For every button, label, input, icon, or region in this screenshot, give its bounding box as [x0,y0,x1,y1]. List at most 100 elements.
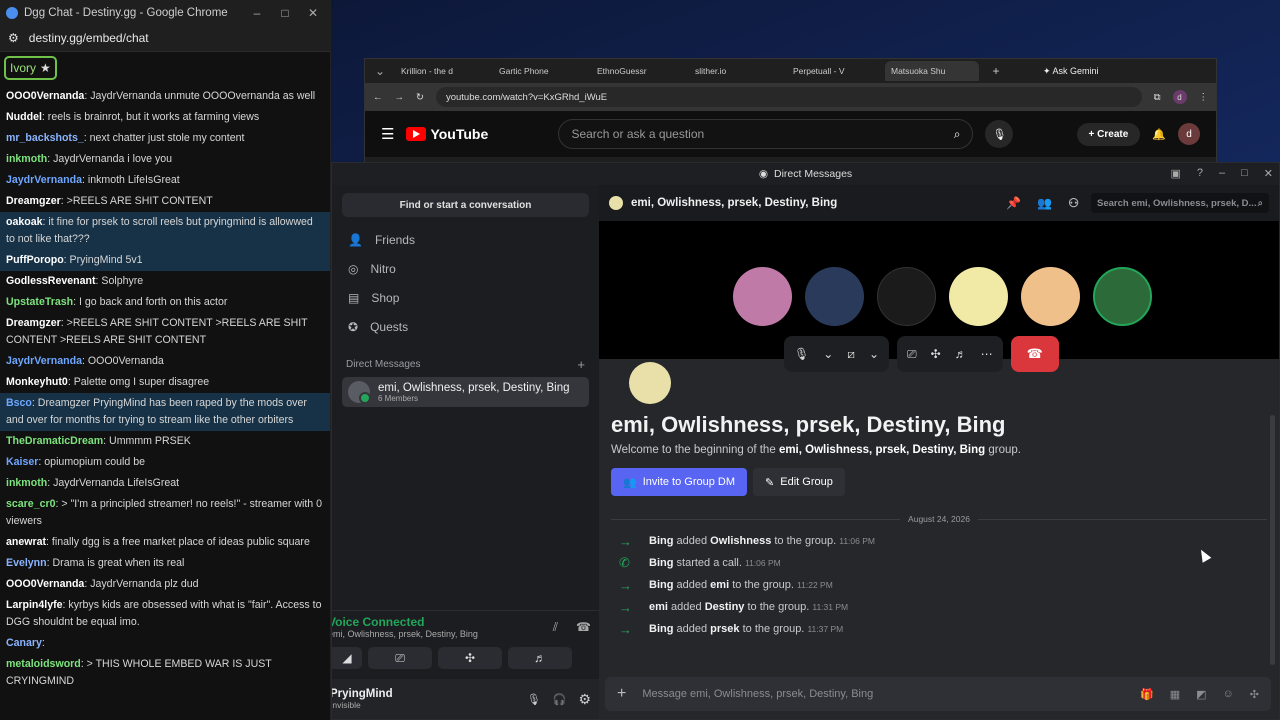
disconnect-icon[interactable]: ☎ [576,620,591,635]
target-name[interactable]: Owlishness [710,535,771,547]
participant-avatar[interactable] [1093,267,1152,326]
dm-item-group[interactable]: emi, Owlishness, prsek, Destiny, Bing 6 M… [342,377,589,407]
headphones-icon[interactable]: 🎧 [553,693,567,706]
notifications-icon[interactable]: 🔔 [1152,128,1166,141]
chat-username[interactable]: OOO0Vernanda [6,90,84,102]
sidebar-item-friends[interactable]: 👤 Friends [332,225,599,254]
chat-username[interactable]: inkmoth [6,153,47,165]
minimize-icon[interactable]: – [246,6,268,20]
participant-avatar[interactable] [1021,267,1080,326]
participant-avatar[interactable] [733,267,792,326]
activities-button[interactable]: ✣ [438,647,502,669]
chat-username[interactable]: Larpin4lyfe [6,599,63,611]
chat-username[interactable]: TheDramaticDream [6,435,103,447]
chat-username[interactable]: Bsco [6,397,32,409]
forward-icon[interactable]: → [395,92,405,103]
apps-icon[interactable]: ✣ [1250,688,1259,701]
youtube-search-input[interactable]: Search or ask a question ⌕ [558,119,974,149]
chat-username[interactable]: Evelynn [6,557,47,569]
chat-username[interactable]: scare_cr0 [6,498,56,510]
help-icon[interactable]: ? [1197,167,1203,180]
username[interactable]: PryingMind [332,688,393,700]
profile-avatar[interactable]: d [1172,90,1187,104]
chat-username[interactable]: UpstateTrash [6,296,73,308]
sidebar-item-quests[interactable]: ✪ Quests [332,312,599,341]
close-icon[interactable]: ✕ [1264,167,1273,180]
create-dm-icon[interactable]: + [577,357,585,372]
hamburger-icon[interactable]: ☰ [381,125,394,143]
chat-username[interactable]: inkmoth [6,477,47,489]
browser-tab-active[interactable]: Matsuoka Shu [885,61,979,81]
back-icon[interactable]: ← [373,92,383,103]
actor-name[interactable]: Bing [649,535,673,547]
maximize-icon[interactable]: □ [1241,167,1248,180]
chat-username[interactable]: Kaiser [6,456,38,468]
soundboard-button[interactable]: ♬ [508,647,572,669]
chat-username[interactable]: JaydrVernanda [6,174,82,186]
add-friends-icon[interactable]: 👥 [1037,196,1052,210]
chat-username[interactable]: mr_backshots_ [6,132,84,144]
gif-icon[interactable]: ▦ [1170,688,1180,701]
mic-icon[interactable]: 🎙 [985,120,1014,148]
chat-username[interactable]: Dreamgzer [6,317,61,329]
pinned-icon[interactable]: 📌 [1006,196,1021,210]
minimize-icon[interactable]: – [1219,167,1225,180]
add-attachment-icon[interactable]: + [617,685,626,703]
invite-button[interactable]: 👥 Invite to Group DM [611,468,748,496]
browser-tab[interactable]: EthnoGuessr [591,61,685,81]
gemini-button[interactable]: ✦ Ask Gemini [1043,66,1099,77]
actor-name[interactable]: Bing [649,623,673,635]
member-list-icon[interactable]: ⚇ [1068,196,1079,210]
scrollbar[interactable] [1270,415,1275,665]
chat-username[interactable]: Dreamgzer [6,195,61,207]
chat-username[interactable]: anewrat [6,536,46,548]
tab-search-icon[interactable]: ⌄ [369,64,391,78]
url-text[interactable]: destiny.gg/embed/chat [29,31,149,45]
chat-username[interactable]: Monkeyhut0 [6,376,68,388]
extensions-icon[interactable]: ⧉ [1154,92,1161,103]
chat-username[interactable]: Canary [6,637,42,649]
participant-avatar[interactable] [949,267,1008,326]
target-name[interactable]: Destiny [705,601,745,613]
sidebar-item-shop[interactable]: ▤ Shop [332,283,599,312]
target-name[interactable]: prsek [710,623,739,635]
gift-icon[interactable]: 🎁 [1140,688,1154,701]
mic-icon[interactable]: 🎙 [527,693,541,706]
chat-username[interactable]: oakoak [6,216,43,228]
noise-suppression-icon[interactable]: ⫽ [553,620,558,635]
browser-tab[interactable]: Krillion - the d [395,61,489,81]
participant-avatar[interactable] [877,267,936,326]
emoji-icon[interactable]: ☺ [1223,688,1234,700]
actor-name[interactable]: Bing [649,557,673,569]
participant-avatar[interactable] [805,267,864,326]
screenshare-button[interactable]: ⎚ [368,647,432,669]
sticker-icon[interactable]: ◩ [1196,688,1206,701]
chat-username[interactable]: Nuddel [6,111,42,123]
message-input[interactable]: + Message emi, Owlishness, prsek, Destin… [605,677,1271,711]
search-icon[interactable]: ⌕ [954,127,961,142]
actor-name[interactable]: emi [649,601,668,613]
browser-tab[interactable]: Gartic Phone [493,61,587,81]
chat-username[interactable]: OOO0Vernanda [6,578,84,590]
inbox-icon[interactable]: ▣ [1170,167,1180,180]
chat-username[interactable]: JaydrVernanda [6,355,82,367]
sidebar-item-nitro[interactable]: ◎ Nitro [332,254,599,283]
address-bar[interactable]: youtube.com/watch?v=KxGRhd_iWuE [435,87,1142,107]
camera-button[interactable]: ◢ [332,647,362,669]
target-name[interactable]: emi [710,579,729,591]
find-conversation-button[interactable]: Find or start a conversation [342,193,589,217]
chat-username[interactable]: metaloidsword [6,658,81,670]
site-settings-icon[interactable]: ⚙ [8,31,19,45]
chat-username[interactable]: PuffPoropo [6,254,64,266]
search-input[interactable]: Search emi, Owlishness, prsek, D... ⌕ [1091,193,1269,213]
browser-tab[interactable]: slither.io [689,61,783,81]
new-tab-icon[interactable]: + [983,64,1009,78]
settings-gear-icon[interactable]: ⚙ [578,691,591,708]
maximize-icon[interactable]: □ [274,6,296,20]
reload-icon[interactable]: ↻ [416,92,424,103]
actor-name[interactable]: Bing [649,579,673,591]
chat-username[interactable]: GodlessRevenant [6,275,96,287]
create-button[interactable]: + Create [1076,122,1141,146]
edit-group-button[interactable]: ✎ Edit Group [753,468,845,496]
youtube-avatar[interactable]: d [1178,123,1200,145]
